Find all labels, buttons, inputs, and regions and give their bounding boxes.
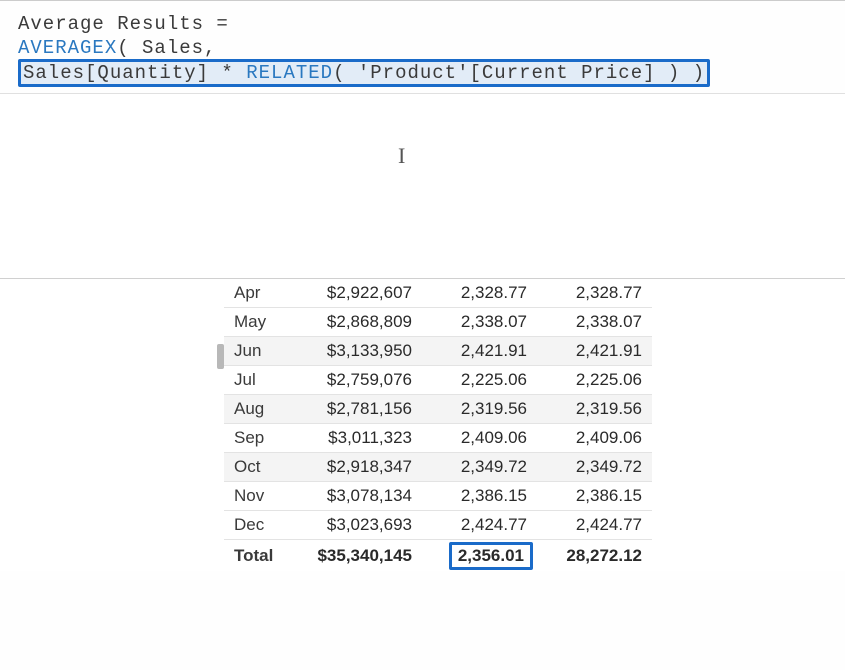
cell-val3: 2,349.72 — [537, 453, 652, 482]
cell-val3: 2,319.56 — [537, 395, 652, 424]
cell-val1: $2,759,076 — [292, 366, 422, 395]
highlighted-total: 2,356.01 — [449, 542, 533, 570]
cell-val1: $2,918,347 — [292, 453, 422, 482]
cell-val3: 2,421.91 — [537, 337, 652, 366]
formula-line-2: AVERAGEX( Sales, Sales[Quantity] * RELAT… — [18, 37, 827, 87]
cell-val1: $2,868,809 — [292, 308, 422, 337]
formula-highlight: Sales[Quantity] * RELATED( 'Product'[Cur… — [18, 59, 710, 87]
table-left-gutter — [0, 279, 224, 571]
cell-val1: $2,922,607 — [292, 279, 422, 308]
formula-bar[interactable]: Average Results = AVERAGEX( Sales, Sales… — [0, 0, 845, 94]
cell-month: Sep — [224, 424, 292, 453]
table-row[interactable]: Oct$2,918,3472,349.722,349.72 — [224, 453, 652, 482]
editor-whitespace[interactable] — [0, 94, 845, 279]
cell-val3: 2,328.77 — [537, 279, 652, 308]
cell-val3: 2,409.06 — [537, 424, 652, 453]
results-table: Apr$2,922,6072,328.772,328.77May$2,868,8… — [224, 279, 652, 571]
cell-total-label: Total — [224, 540, 292, 572]
cell-val1: $2,781,156 — [292, 395, 422, 424]
cell-val1: $3,023,693 — [292, 511, 422, 540]
table-row[interactable]: Aug$2,781,1562,319.562,319.56 — [224, 395, 652, 424]
cell-val2: 2,349.72 — [422, 453, 537, 482]
cell-month: Oct — [224, 453, 292, 482]
fn-averagex: AVERAGEX — [18, 37, 117, 59]
fn-related: RELATED — [246, 62, 333, 84]
report-canvas[interactable]: Apr$2,922,6072,328.772,328.77May$2,868,8… — [0, 279, 845, 571]
cell-month: May — [224, 308, 292, 337]
cell-val3: 2,338.07 — [537, 308, 652, 337]
cell-val2: 2,409.06 — [422, 424, 537, 453]
cell-val2: 2,319.56 — [422, 395, 537, 424]
table-row[interactable]: Apr$2,922,6072,328.772,328.77 — [224, 279, 652, 308]
cell-month: Apr — [224, 279, 292, 308]
cell-month: Nov — [224, 482, 292, 511]
cell-month: Jul — [224, 366, 292, 395]
formula-table: Sales — [142, 37, 204, 59]
cell-total-v2: 2,356.01 — [422, 540, 537, 572]
table-row[interactable]: Nov$3,078,1342,386.152,386.15 — [224, 482, 652, 511]
cell-val2: 2,421.91 — [422, 337, 537, 366]
cell-val1: $3,133,950 — [292, 337, 422, 366]
table-total-row[interactable]: Total$35,340,145 2,356.0128,272.12 — [224, 540, 652, 572]
cell-total-v1: $35,340,145 — [292, 540, 422, 572]
cell-val2: 2,386.15 — [422, 482, 537, 511]
table-row[interactable]: May$2,868,8092,338.072,338.07 — [224, 308, 652, 337]
cell-val2: 2,424.77 — [422, 511, 537, 540]
cell-val3: 2,386.15 — [537, 482, 652, 511]
table-row[interactable]: Jun$3,133,9502,421.912,421.91 — [224, 337, 652, 366]
cell-month: Dec — [224, 511, 292, 540]
table-row[interactable]: Jul$2,759,0762,225.062,225.06 — [224, 366, 652, 395]
cell-val3: 2,424.77 — [537, 511, 652, 540]
cell-val2: 2,328.77 — [422, 279, 537, 308]
formula-col-ref: Sales[Quantity] * — [23, 62, 246, 84]
cell-val2: 2,338.07 — [422, 308, 537, 337]
table-row[interactable]: Dec$3,023,6932,424.772,424.77 — [224, 511, 652, 540]
cell-val3: 2,225.06 — [537, 366, 652, 395]
cell-total-v3: 28,272.12 — [537, 540, 652, 572]
formula-comma: , — [204, 37, 216, 59]
formula-line-1: Average Results = — [18, 13, 827, 35]
formula-rest: ( 'Product'[Current Price] ) — [333, 62, 693, 84]
cell-month: Aug — [224, 395, 292, 424]
cell-val2: 2,225.06 — [422, 366, 537, 395]
formula-paren: ( — [117, 37, 142, 59]
cell-val1: $3,078,134 — [292, 482, 422, 511]
formula-close: ) — [693, 62, 705, 84]
cell-month: Jun — [224, 337, 292, 366]
scroll-thumb[interactable] — [217, 344, 224, 369]
cell-val1: $3,011,323 — [292, 424, 422, 453]
text-cursor-icon: I — [398, 143, 406, 169]
table-row[interactable]: Sep$3,011,3232,409.062,409.06 — [224, 424, 652, 453]
